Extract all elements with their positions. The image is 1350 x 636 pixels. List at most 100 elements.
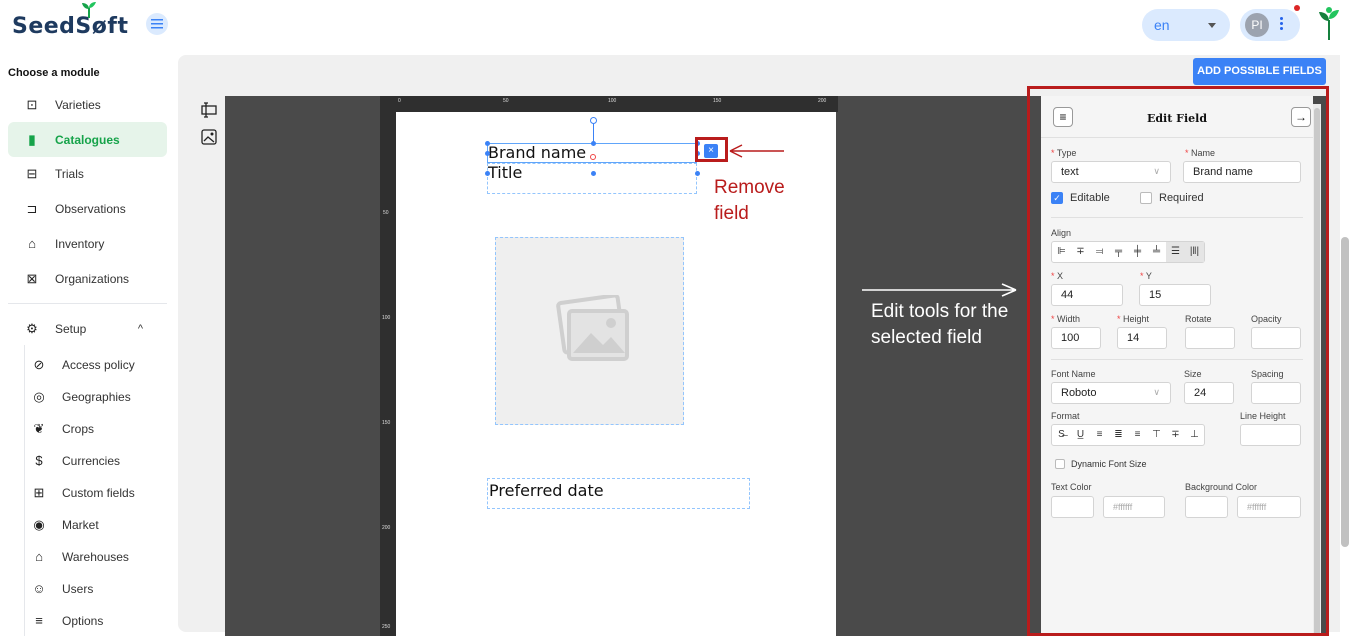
warehouse-icon: ⌂ <box>35 549 43 564</box>
edit-tools-annotation: Edit tools for the selected field <box>871 301 1009 348</box>
sidebar: Choose a module ⊡ Varieties ▮ Catalogues… <box>0 55 178 636</box>
image-placeholder-icon <box>556 295 629 361</box>
sidebar-item-label: Warehouses <box>62 550 129 564</box>
sidebar-item-label: Inventory <box>55 236 105 251</box>
users-icon: ☺ <box>32 581 46 596</box>
trials-icon: ⊟ <box>26 165 38 181</box>
page-scrollbar-thumb[interactable] <box>1341 237 1349 547</box>
sidebar-item-catalogues[interactable]: ▮ Catalogues <box>8 122 167 157</box>
sidebar-subitem-currencies[interactable]: $ Currencies <box>24 447 174 475</box>
sidebar-subitem-warehouses[interactable]: ⌂ Warehouses <box>24 543 174 571</box>
ruler-tick: 100 <box>382 315 391 321</box>
sidebar-subitem-access-policy[interactable]: ⊘ Access policy <box>24 351 174 379</box>
resize-handle[interactable] <box>485 171 490 176</box>
sidebar-item-label: Setup <box>55 321 87 336</box>
sidebar-item-label: Geographies <box>62 390 131 404</box>
anchor-handle[interactable] <box>590 154 596 160</box>
user-menu[interactable]: PI <box>1240 9 1300 41</box>
sidebar-item-label: Trials <box>55 166 84 181</box>
chevron-down-icon <box>1208 23 1216 28</box>
gear-icon: ⚙ <box>26 320 38 336</box>
title-field[interactable]: Title <box>487 163 697 194</box>
text-field-icon <box>201 102 217 118</box>
add-image-tool[interactable] <box>200 128 218 146</box>
brand-name-field[interactable]: Brand name <box>487 143 697 163</box>
resize-handle[interactable] <box>591 141 596 146</box>
rotate-handle[interactable] <box>590 117 597 124</box>
sidebar-divider <box>8 303 167 304</box>
ruler-tick: 150 <box>382 420 391 426</box>
currency-icon: $ <box>35 453 43 468</box>
logo-text: SeedSøft <box>12 14 129 39</box>
catalogue-icon: ▮ <box>28 131 36 147</box>
geographies-icon: ◎ <box>33 389 45 404</box>
sidebar-subitem-market[interactable]: ◉ Market <box>24 511 174 539</box>
sidebar-item-label: Catalogues <box>55 132 120 147</box>
resize-handle[interactable] <box>485 151 490 156</box>
app-logo[interactable]: SeedSøft <box>12 2 129 39</box>
market-icon: ◉ <box>33 517 45 532</box>
edit-tools-highlight-box <box>1027 86 1329 636</box>
sidebar-item-organizations[interactable]: ⊠ Organizations <box>8 261 167 296</box>
sidebar-subitem-geographies[interactable]: ◎ Geographies <box>24 383 174 411</box>
preferred-date-field[interactable]: Preferred date <box>487 478 750 509</box>
sidebar-item-trials[interactable]: ⊟ Trials <box>8 156 167 191</box>
options-icon: ≡ <box>35 613 43 628</box>
organizations-icon: ⊠ <box>26 270 38 286</box>
sidebar-item-label: Observations <box>55 201 126 216</box>
sidebar-subitem-custom-fields[interactable]: ⊞ Custom fields <box>24 479 174 507</box>
annotation-line: field <box>714 203 749 224</box>
chevron-up-icon: ^ <box>137 322 143 335</box>
image-icon <box>201 129 217 145</box>
ruler-tick: 50 <box>503 98 509 104</box>
avatar: PI <box>1245 13 1269 37</box>
sidebar-item-varieties[interactable]: ⊡ Varieties <box>8 87 167 122</box>
notification-dot <box>1294 5 1300 11</box>
sidebar-item-label: Access policy <box>62 358 135 372</box>
resize-handle[interactable] <box>591 171 596 176</box>
sidebar-item-label: Currencies <box>62 454 121 468</box>
resize-handle[interactable] <box>695 171 700 176</box>
ruler-horizontal: 0 50 100 150 200 <box>380 96 838 112</box>
access-policy-icon: ⊘ <box>33 357 45 372</box>
add-possible-fields-button[interactable]: ADD POSSIBLE FIELDS <box>1193 58 1326 85</box>
sidebar-subitem-options[interactable]: ≡ Options <box>24 607 174 635</box>
sidebar-item-label: Organizations <box>55 271 130 286</box>
add-text-tool[interactable] <box>200 101 218 119</box>
observations-icon: ⊐ <box>26 200 38 216</box>
sidebar-item-label: Crops <box>62 422 95 436</box>
varieties-icon: ⊡ <box>26 96 38 112</box>
ruler-tick: 200 <box>818 98 827 104</box>
sidebar-item-label: Options <box>62 614 104 628</box>
sidebar-item-label: Custom fields <box>62 486 135 500</box>
remove-field-annotation: Remove field <box>714 175 785 227</box>
sidebar-item-label: Market <box>62 518 99 532</box>
ruler-tick: 50 <box>383 210 389 216</box>
arrow-left-icon <box>729 144 784 158</box>
plant-icon <box>1319 7 1339 40</box>
ruler-tick: 250 <box>382 624 391 630</box>
image-field[interactable] <box>495 237 684 425</box>
custom-fields-icon: ⊞ <box>33 485 45 500</box>
resize-handle[interactable] <box>485 141 490 146</box>
sidebar-item-label: Varieties <box>55 97 101 112</box>
inventory-icon: ⌂ <box>28 235 36 251</box>
ruler-vertical: 50 100 150 200 250 <box>380 112 396 636</box>
language-value: en <box>1154 17 1170 33</box>
menu-toggle-button[interactable] <box>146 13 168 35</box>
sidebar-item-setup[interactable]: ⚙ Setup ^ <box>8 311 167 346</box>
sprout-icon <box>82 2 96 18</box>
ruler-tick: 200 <box>382 525 391 531</box>
ruler-tick: 150 <box>713 98 722 104</box>
remove-highlight-box <box>695 137 728 162</box>
kebab-menu-icon[interactable] <box>1280 17 1284 33</box>
sidebar-item-inventory[interactable]: ⌂ Inventory <box>8 226 167 261</box>
annotation-line: Remove <box>714 177 785 198</box>
sidebar-item-observations[interactable]: ⊐ Observations <box>8 191 167 226</box>
sidebar-title: Choose a module <box>8 67 100 79</box>
language-select[interactable]: en <box>1142 9 1230 41</box>
sidebar-subitem-users[interactable]: ☺ Users <box>24 575 174 603</box>
sidebar-subitem-crops[interactable]: ❦ Crops <box>24 415 174 443</box>
ruler-tick: 0 <box>398 98 401 104</box>
crops-icon: ❦ <box>33 421 45 436</box>
